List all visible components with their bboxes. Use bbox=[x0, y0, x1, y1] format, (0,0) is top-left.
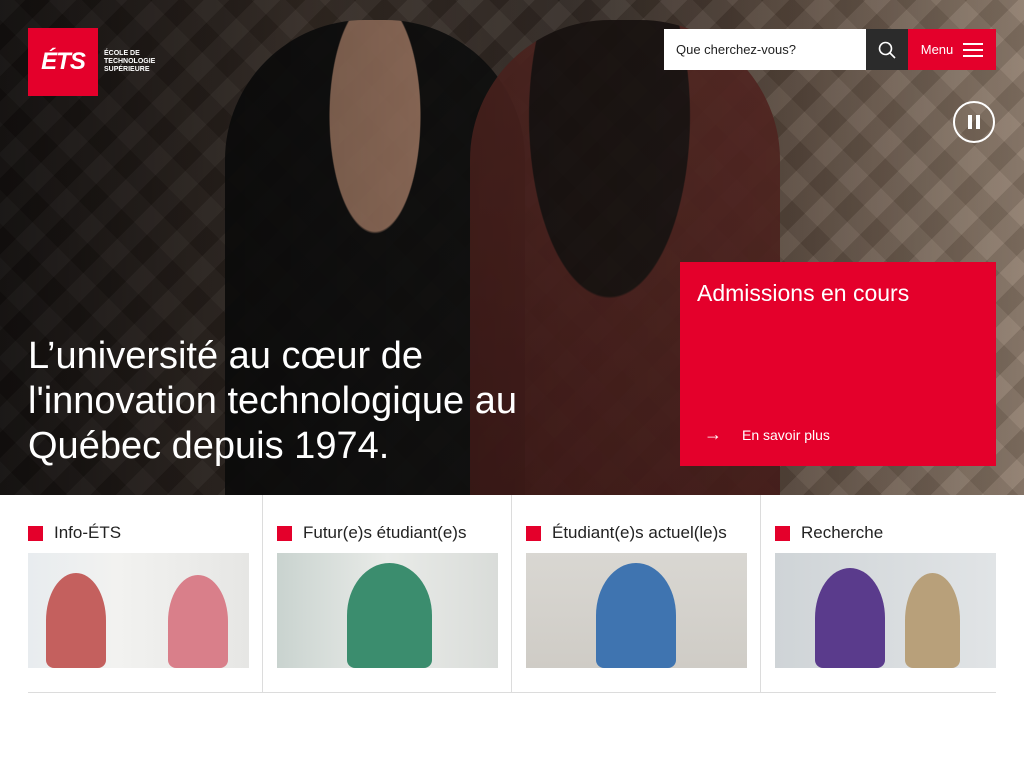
tile-info-ets[interactable]: Info-ÉTS bbox=[0, 495, 263, 693]
tile-label: Recherche bbox=[801, 523, 884, 542]
tile-label: Info-ÉTS bbox=[54, 523, 122, 542]
hero-headline: L’université au cœur de l'innovation tec… bbox=[28, 335, 517, 467]
divider bbox=[28, 692, 996, 693]
tile-research[interactable]: Recherche bbox=[761, 495, 1024, 693]
pause-icon bbox=[968, 115, 972, 129]
search-input[interactable] bbox=[664, 29, 866, 70]
menu-button[interactable]: Menu bbox=[908, 29, 996, 70]
arrow-right-icon: → bbox=[704, 424, 722, 444]
red-square-icon bbox=[28, 525, 43, 541]
learn-more-link[interactable]: → En savoir plus bbox=[704, 424, 830, 445]
red-square-icon bbox=[277, 525, 292, 541]
hamburger-icon bbox=[963, 42, 984, 57]
tile-current-students[interactable]: Étudiant(e)s actuel(le)s bbox=[512, 495, 761, 693]
hero-banner: ÉTS ÉCOLE DE TECHNOLOGIE SUPÉRIEURE Menu… bbox=[0, 0, 1024, 495]
tile-image bbox=[28, 553, 249, 668]
audience-tiles: Info-ÉTS Futur(e)s étudiant(e)s Étudiant… bbox=[0, 495, 1024, 695]
tile-future-students[interactable]: Futur(e)s étudiant(e)s bbox=[263, 495, 512, 693]
pause-button[interactable] bbox=[953, 101, 995, 143]
tile-image bbox=[775, 553, 996, 668]
menu-label: Menu bbox=[920, 42, 954, 57]
ets-logo-link[interactable]: ÉTS ÉCOLE DE TECHNOLOGIE SUPÉRIEURE bbox=[28, 28, 164, 96]
ets-logo-name: ÉCOLE DE TECHNOLOGIE SUPÉRIEURE bbox=[104, 50, 156, 73]
ets-logo-mark: ÉTS bbox=[28, 28, 98, 96]
red-square-icon bbox=[775, 525, 790, 541]
red-square-icon bbox=[526, 525, 541, 541]
search-button[interactable] bbox=[866, 29, 908, 70]
search-icon bbox=[878, 41, 896, 59]
tile-image bbox=[526, 553, 747, 668]
tile-image bbox=[277, 553, 498, 668]
tile-label: Étudiant(e)s actuel(le)s bbox=[552, 523, 727, 542]
tile-label: Futur(e)s étudiant(e)s bbox=[303, 523, 467, 542]
admissions-card[interactable]: Admissions en cours → En savoir plus bbox=[680, 262, 996, 466]
admissions-title: Admissions en cours bbox=[697, 280, 910, 306]
learn-more-label: En savoir plus bbox=[742, 426, 830, 443]
